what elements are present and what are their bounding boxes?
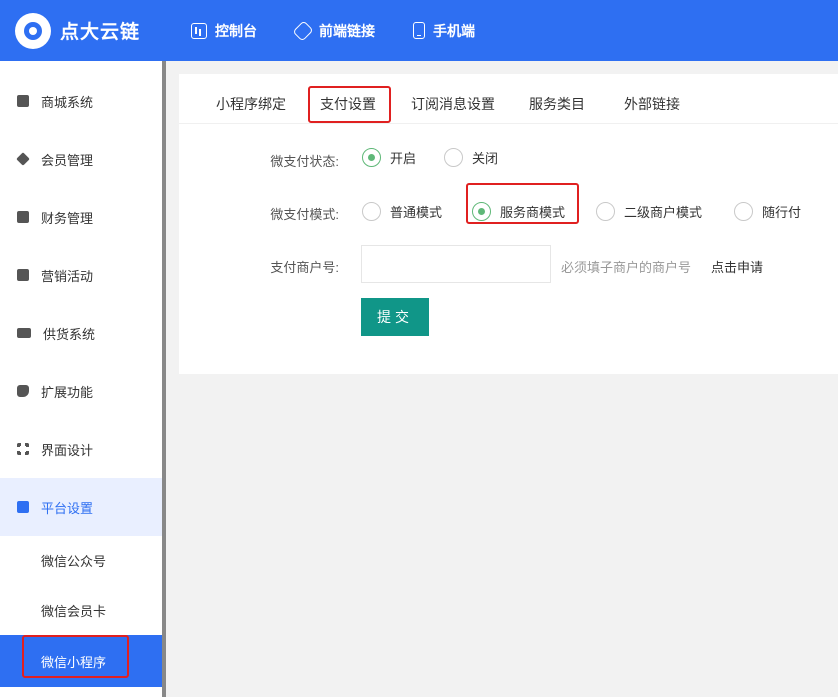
tab-service-categories[interactable]: 服务类目 <box>529 94 585 114</box>
gift-icon <box>17 269 29 281</box>
sidebar-item-label: 营销活动 <box>41 268 94 284</box>
radio-label: 服务商模式 <box>500 205 566 220</box>
sidebar-subitem-wechat-official[interactable]: 微信公众号 <box>0 534 162 586</box>
pay-mode-suixingfu-radio[interactable]: 随行付 <box>734 202 801 221</box>
tab-bar: 小程序绑定 支付设置 订阅消息设置 服务类目 外部链接 <box>179 74 838 124</box>
top-nav: 控制台 前端链接 手机端 <box>191 19 513 42</box>
apply-link[interactable]: 点击申请 <box>711 257 763 276</box>
settings-card-icon <box>17 501 29 513</box>
pay-mode-label: 微支付模式: <box>270 207 339 222</box>
sidebar-item-extensions[interactable]: 扩展功能 <box>0 362 162 420</box>
topnav-mobile-label: 手机端 <box>433 22 475 39</box>
radio-label: 二级商户模式 <box>624 205 703 220</box>
sidebar: 商城系统 会员管理 财务管理 营销活动 供货系统 扩展功能 界面设计 平台设置 … <box>0 61 162 697</box>
radio-checked-icon <box>362 148 381 167</box>
grid-icon <box>17 443 29 455</box>
radio-checked-icon <box>472 202 491 221</box>
sidebar-item-ui-design[interactable]: 界面设计 <box>0 420 162 478</box>
topnav-console-label: 控制台 <box>215 22 257 39</box>
truck-icon <box>17 328 31 338</box>
radio-label: 关闭 <box>472 151 499 166</box>
app-title: 点大云链 <box>60 22 141 43</box>
sidebar-subitem-wechat-member-card[interactable]: 微信会员卡 <box>0 584 162 636</box>
merchant-id-label: 支付商户号: <box>270 260 339 275</box>
sidebar-item-label: 供货系统 <box>43 326 96 342</box>
pay-status-off-radio[interactable]: 关闭 <box>444 148 498 167</box>
radio-label: 随行付 <box>762 205 802 220</box>
merchant-id-input[interactable] <box>361 245 551 283</box>
topnav-frontend-links-label: 前端链接 <box>319 22 375 39</box>
tab-payment-settings[interactable]: 支付设置 <box>320 94 376 114</box>
top-bar: 点大云链 控制台 前端链接 手机端 <box>0 0 838 61</box>
sidebar-item-label: 平台设置 <box>41 500 94 516</box>
sidebar-item-finance-management[interactable]: 财务管理 <box>0 188 162 246</box>
sidebar-item-mall-system[interactable]: 商城系统 <box>0 72 162 130</box>
pay-status-on-radio[interactable]: 开启 <box>362 148 416 167</box>
sidebar-item-member-management[interactable]: 会员管理 <box>0 130 162 188</box>
diamond-icon <box>16 152 30 166</box>
sidebar-scrollbar[interactable] <box>162 61 166 697</box>
mobile-icon <box>413 22 425 39</box>
tab-subscription-messages[interactable]: 订阅消息设置 <box>411 94 495 114</box>
pay-mode-normal-radio[interactable]: 普通模式 <box>362 202 442 221</box>
sidebar-item-label: 扩展功能 <box>41 384 94 400</box>
sidebar-item-marketing[interactable]: 营销活动 <box>0 246 162 304</box>
radio-label: 开启 <box>390 151 417 166</box>
pay-mode-secondary-merchant-radio[interactable]: 二级商户模式 <box>596 202 702 221</box>
console-icon <box>191 22 207 39</box>
sidebar-item-platform-settings[interactable]: 平台设置 <box>0 478 162 536</box>
sidebar-item-supply-system[interactable]: 供货系统 <box>0 304 162 362</box>
topnav-mobile[interactable]: 手机端 <box>413 21 475 41</box>
tab-external-links[interactable]: 外部链接 <box>624 94 680 114</box>
sidebar-item-label: 财务管理 <box>41 210 94 226</box>
sidebar-item-label: 商城系统 <box>41 94 94 110</box>
yen-icon <box>17 211 29 223</box>
logo-icon <box>15 12 51 49</box>
logo[interactable]: 点大云链 <box>0 12 170 49</box>
radio-unchecked-icon <box>596 202 615 221</box>
radio-unchecked-icon <box>734 202 753 221</box>
submit-button[interactable]: 提交 <box>361 298 429 336</box>
sidebar-subitem-wechat-miniprogram[interactable]: 微信小程序 <box>0 635 162 687</box>
radio-unchecked-icon <box>362 202 381 221</box>
pay-mode-service-provider-radio[interactable]: 服务商模式 <box>472 202 565 221</box>
settings-panel: 小程序绑定 支付设置 订阅消息设置 服务类目 外部链接 微支付状态: 开启 关闭… <box>179 74 838 374</box>
topnav-console[interactable]: 控制台 <box>191 21 257 41</box>
pay-status-label: 微支付状态: <box>270 154 339 169</box>
link-icon <box>292 19 314 42</box>
merchant-id-hint: 必须填子商户的商户号 <box>561 260 692 275</box>
radio-unchecked-icon <box>444 148 463 167</box>
sidebar-item-label: 会员管理 <box>41 152 94 168</box>
tab-miniprogram-binding[interactable]: 小程序绑定 <box>216 94 286 114</box>
bag-icon <box>17 95 29 107</box>
topnav-frontend-links[interactable]: 前端链接 <box>292 19 375 42</box>
puzzle-icon <box>17 385 29 397</box>
sidebar-item-label: 界面设计 <box>41 442 94 458</box>
radio-label: 普通模式 <box>390 205 443 220</box>
